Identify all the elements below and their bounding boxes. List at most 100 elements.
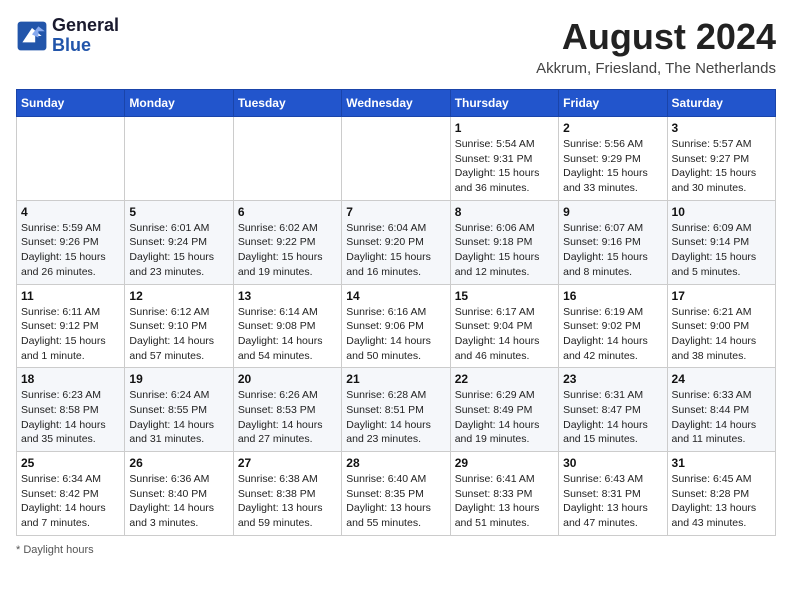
calendar-cell: 25Sunrise: 6:34 AM Sunset: 8:42 PM Dayli… xyxy=(17,452,125,536)
calendar-cell: 9 Sunrise: 6:07 AM Sunset: 9:16 PM Daylig… xyxy=(559,200,667,284)
day-number: 3 xyxy=(672,121,771,135)
week-row-4: 25Sunrise: 6:34 AM Sunset: 8:42 PM Dayli… xyxy=(17,452,776,536)
day-info: Sunrise: 6:28 AM Sunset: 8:51 PM Dayligh… xyxy=(346,388,445,447)
calendar-cell xyxy=(233,117,341,201)
day-info: Sunrise: 6:14 AM Sunset: 9:08 PM Dayligh… xyxy=(238,305,337,364)
day-number: 5 xyxy=(129,205,228,219)
day-info: Sunrise: 6:01 AM Sunset: 9:24 PM Dayligh… xyxy=(129,221,228,280)
day-number: 14 xyxy=(346,289,445,303)
day-number: 31 xyxy=(672,456,771,470)
location-title: Akkrum, Friesland, The Netherlands xyxy=(536,60,776,77)
day-number: 29 xyxy=(455,456,554,470)
calendar-cell: 5 Sunrise: 6:01 AM Sunset: 9:24 PM Daylig… xyxy=(125,200,233,284)
calendar-cell: 20 Sunrise: 6:26 AM Sunset: 8:53 PM Dayli… xyxy=(233,368,341,452)
footer-note-text: Daylight hours xyxy=(23,544,93,556)
calendar-cell: 16Sunrise: 6:19 AM Sunset: 9:02 PM Dayli… xyxy=(559,284,667,368)
calendar-cell: 17 Sunrise: 6:21 AM Sunset: 9:00 PM Dayli… xyxy=(667,284,775,368)
calendar-cell: 24 Sunrise: 6:33 AM Sunset: 8:44 PM Dayli… xyxy=(667,368,775,452)
day-number: 1 xyxy=(455,121,554,135)
week-row-1: 4 Sunrise: 5:59 AM Sunset: 9:26 PM Daylig… xyxy=(17,200,776,284)
calendar-table: SundayMondayTuesdayWednesdayThursdayFrid… xyxy=(16,89,776,536)
day-info: Sunrise: 6:31 AM Sunset: 8:47 PM Dayligh… xyxy=(563,388,662,447)
day-info: Sunrise: 6:40 AM Sunset: 8:35 PM Dayligh… xyxy=(346,472,445,531)
day-info: Sunrise: 6:21 AM Sunset: 9:00 PM Dayligh… xyxy=(672,305,771,364)
calendar-cell: 3 Sunrise: 5:57 AM Sunset: 9:27 PM Daylig… xyxy=(667,117,775,201)
day-number: 18 xyxy=(21,372,120,386)
day-info: Sunrise: 6:07 AM Sunset: 9:16 PM Dayligh… xyxy=(563,221,662,280)
day-info: Sunrise: 5:59 AM Sunset: 9:26 PM Dayligh… xyxy=(21,221,120,280)
day-info: Sunrise: 6:11 AM Sunset: 9:12 PM Dayligh… xyxy=(21,305,120,364)
day-number: 22 xyxy=(455,372,554,386)
day-number: 27 xyxy=(238,456,337,470)
day-header-wednesday: Wednesday xyxy=(342,90,450,117)
day-number: 9 xyxy=(563,205,662,219)
day-info: Sunrise: 6:33 AM Sunset: 8:44 PM Dayligh… xyxy=(672,388,771,447)
day-info: Sunrise: 6:38 AM Sunset: 8:38 PM Dayligh… xyxy=(238,472,337,531)
day-info: Sunrise: 6:17 AM Sunset: 9:04 PM Dayligh… xyxy=(455,305,554,364)
calendar-cell: 6Sunrise: 6:02 AM Sunset: 9:22 PM Daylig… xyxy=(233,200,341,284)
day-info: Sunrise: 6:45 AM Sunset: 8:28 PM Dayligh… xyxy=(672,472,771,531)
day-number: 6 xyxy=(238,205,337,219)
day-number: 4 xyxy=(21,205,120,219)
day-number: 24 xyxy=(672,372,771,386)
day-info: Sunrise: 6:24 AM Sunset: 8:55 PM Dayligh… xyxy=(129,388,228,447)
calendar-cell: 13 Sunrise: 6:14 AM Sunset: 9:08 PM Dayli… xyxy=(233,284,341,368)
title-block: August 2024 Akkrum, Friesland, The Nethe… xyxy=(536,16,776,77)
day-number: 26 xyxy=(129,456,228,470)
day-number: 25 xyxy=(21,456,120,470)
day-info: Sunrise: 6:26 AM Sunset: 8:53 PM Dayligh… xyxy=(238,388,337,447)
calendar-cell: 7Sunrise: 6:04 AM Sunset: 9:20 PM Daylig… xyxy=(342,200,450,284)
week-row-3: 18 Sunrise: 6:23 AM Sunset: 8:58 PM Dayli… xyxy=(17,368,776,452)
month-title: August 2024 xyxy=(536,16,776,58)
day-number: 23 xyxy=(563,372,662,386)
day-info: Sunrise: 6:43 AM Sunset: 8:31 PM Dayligh… xyxy=(563,472,662,531)
day-header-saturday: Saturday xyxy=(667,90,775,117)
day-number: 20 xyxy=(238,372,337,386)
week-row-2: 11 Sunrise: 6:11 AM Sunset: 9:12 PM Dayli… xyxy=(17,284,776,368)
day-number: 2 xyxy=(563,121,662,135)
day-info: Sunrise: 6:41 AM Sunset: 8:33 PM Dayligh… xyxy=(455,472,554,531)
calendar-cell: 23 Sunrise: 6:31 AM Sunset: 8:47 PM Dayli… xyxy=(559,368,667,452)
calendar-cell: 1 Sunrise: 5:54 AM Sunset: 9:31 PM Daylig… xyxy=(450,117,558,201)
calendar-cell: 11 Sunrise: 6:11 AM Sunset: 9:12 PM Dayli… xyxy=(17,284,125,368)
day-info: Sunrise: 6:09 AM Sunset: 9:14 PM Dayligh… xyxy=(672,221,771,280)
day-info: Sunrise: 6:06 AM Sunset: 9:18 PM Dayligh… xyxy=(455,221,554,280)
calendar-cell: 4 Sunrise: 5:59 AM Sunset: 9:26 PM Daylig… xyxy=(17,200,125,284)
day-header-thursday: Thursday xyxy=(450,90,558,117)
day-info: Sunrise: 5:57 AM Sunset: 9:27 PM Dayligh… xyxy=(672,137,771,196)
day-info: Sunrise: 6:36 AM Sunset: 8:40 PM Dayligh… xyxy=(129,472,228,531)
day-number: 10 xyxy=(672,205,771,219)
day-number: 15 xyxy=(455,289,554,303)
calendar-cell: 18 Sunrise: 6:23 AM Sunset: 8:58 PM Dayli… xyxy=(17,368,125,452)
day-info: Sunrise: 6:12 AM Sunset: 9:10 PM Dayligh… xyxy=(129,305,228,364)
calendar-cell: 27 Sunrise: 6:38 AM Sunset: 8:38 PM Dayli… xyxy=(233,452,341,536)
day-number: 11 xyxy=(21,289,120,303)
calendar-cell: 21 Sunrise: 6:28 AM Sunset: 8:51 PM Dayli… xyxy=(342,368,450,452)
day-info: Sunrise: 6:29 AM Sunset: 8:49 PM Dayligh… xyxy=(455,388,554,447)
calendar-cell: 30 Sunrise: 6:43 AM Sunset: 8:31 PM Dayli… xyxy=(559,452,667,536)
day-number: 17 xyxy=(672,289,771,303)
day-info: Sunrise: 6:23 AM Sunset: 8:58 PM Dayligh… xyxy=(21,388,120,447)
day-number: 13 xyxy=(238,289,337,303)
calendar-cell: 14Sunrise: 6:16 AM Sunset: 9:06 PM Dayli… xyxy=(342,284,450,368)
calendar-cell: 8Sunrise: 6:06 AM Sunset: 9:18 PM Daylig… xyxy=(450,200,558,284)
week-row-0: 1 Sunrise: 5:54 AM Sunset: 9:31 PM Daylig… xyxy=(17,117,776,201)
calendar-cell: 15 Sunrise: 6:17 AM Sunset: 9:04 PM Dayli… xyxy=(450,284,558,368)
day-info: Sunrise: 5:54 AM Sunset: 9:31 PM Dayligh… xyxy=(455,137,554,196)
header: General Blue August 2024 Akkrum, Friesla… xyxy=(16,16,776,77)
day-number: 7 xyxy=(346,205,445,219)
calendar-cell: 28Sunrise: 6:40 AM Sunset: 8:35 PM Dayli… xyxy=(342,452,450,536)
days-header-row: SundayMondayTuesdayWednesdayThursdayFrid… xyxy=(17,90,776,117)
day-header-tuesday: Tuesday xyxy=(233,90,341,117)
day-header-friday: Friday xyxy=(559,90,667,117)
day-number: 30 xyxy=(563,456,662,470)
calendar-cell: 19Sunrise: 6:24 AM Sunset: 8:55 PM Dayli… xyxy=(125,368,233,452)
day-header-monday: Monday xyxy=(125,90,233,117)
footer-note: * Daylight hours xyxy=(16,544,776,556)
logo: General Blue xyxy=(16,16,119,56)
calendar-cell xyxy=(125,117,233,201)
day-number: 21 xyxy=(346,372,445,386)
calendar-cell: 26 Sunrise: 6:36 AM Sunset: 8:40 PM Dayli… xyxy=(125,452,233,536)
day-info: Sunrise: 5:56 AM Sunset: 9:29 PM Dayligh… xyxy=(563,137,662,196)
day-header-sunday: Sunday xyxy=(17,90,125,117)
